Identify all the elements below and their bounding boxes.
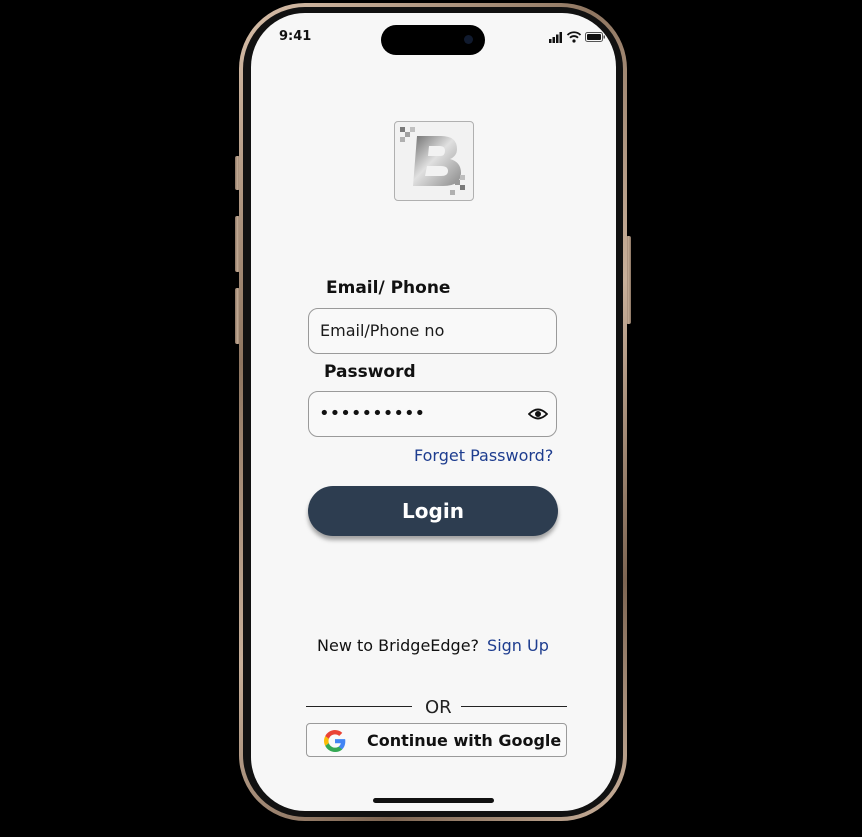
divider-line-left bbox=[306, 706, 412, 707]
login-button[interactable]: Login bbox=[308, 486, 558, 536]
divider-line-right bbox=[461, 706, 567, 707]
forgot-password-link[interactable]: Forget Password? bbox=[414, 446, 553, 465]
login-screen: 9:41 Email/ Phone Email/Phone no Passwor… bbox=[251, 13, 616, 811]
email-label: Email/ Phone bbox=[326, 278, 451, 298]
continue-with-google-button[interactable]: Continue with Google bbox=[306, 723, 567, 757]
home-indicator[interactable] bbox=[373, 798, 494, 803]
bridgeedge-logo bbox=[394, 121, 474, 201]
google-icon bbox=[324, 730, 346, 752]
email-field[interactable]: Email/Phone no bbox=[308, 308, 557, 354]
dynamic-island bbox=[381, 25, 485, 55]
wifi-icon bbox=[566, 31, 582, 43]
logo-mark-icon bbox=[400, 127, 465, 195]
password-field[interactable]: •••••••••• bbox=[308, 391, 557, 437]
signup-link[interactable]: Sign Up bbox=[487, 636, 549, 655]
signup-prompt: New to BridgeEdge? bbox=[317, 636, 480, 655]
front-camera-icon bbox=[464, 35, 473, 44]
status-time: 9:41 bbox=[279, 29, 312, 44]
email-placeholder: Email/Phone no bbox=[320, 321, 445, 340]
cellular-signal-icon bbox=[549, 32, 562, 43]
google-button-label: Continue with Google bbox=[367, 731, 562, 750]
eye-icon[interactable] bbox=[528, 405, 548, 423]
signup-row: New to BridgeEdge? Sign Up bbox=[317, 636, 549, 655]
status-icons bbox=[549, 31, 605, 43]
password-label: Password bbox=[324, 362, 416, 382]
or-divider-text: OR bbox=[425, 697, 452, 718]
password-value: •••••••••• bbox=[319, 403, 426, 424]
battery-icon bbox=[585, 32, 605, 42]
